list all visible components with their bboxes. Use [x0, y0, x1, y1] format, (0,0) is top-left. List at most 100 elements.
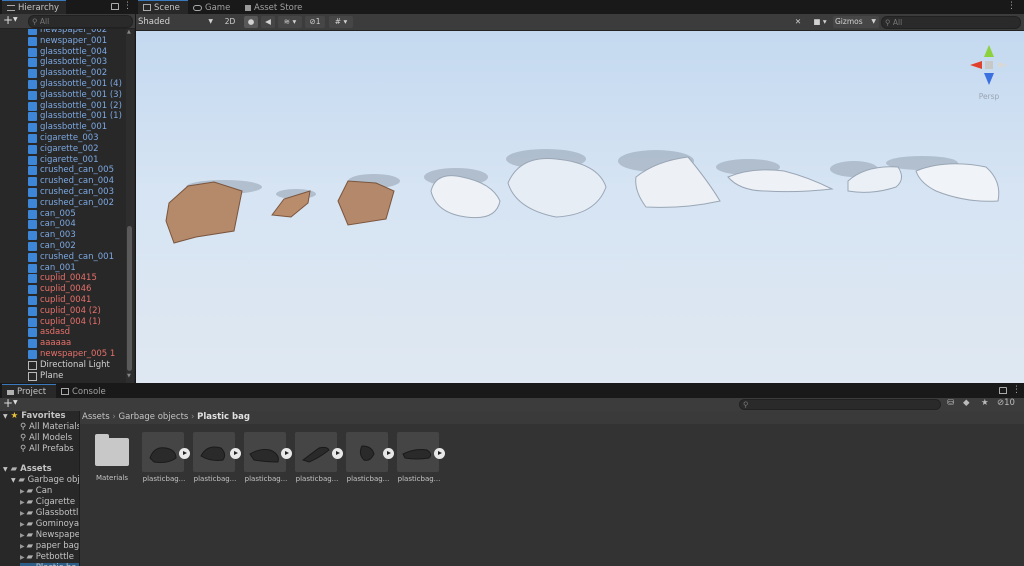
audio-toggle-button[interactable]: ◀ [261, 16, 275, 28]
asset-model-plasticbag[interactable]: plasticbag... [193, 432, 241, 483]
expand-arrow-icon[interactable]: ▼ [3, 466, 8, 473]
gizmos-dropdown[interactable]: Gizmos ▼ [833, 16, 879, 28]
gizmo-center-cube[interactable] [985, 61, 993, 69]
asset-model-plasticbag[interactable]: plasticbag... [142, 432, 190, 483]
hierarchy-item[interactable]: crushed_can_002 [28, 198, 114, 209]
hierarchy-item[interactable]: can_002 [28, 241, 76, 252]
hierarchy-item[interactable]: cigarette_001 [28, 155, 99, 166]
gizmo-x-cone[interactable] [970, 61, 982, 69]
hierarchy-item[interactable]: crushed_can_003 [28, 187, 114, 198]
tree-folder-item[interactable]: ▶ ▰ Gominoya [20, 519, 79, 530]
hierarchy-item[interactable]: Directional Light [28, 360, 110, 371]
more-menu-icon[interactable]: ⋮ [123, 1, 132, 11]
hierarchy-item[interactable]: glassbottle_001 (3) [28, 90, 122, 101]
hierarchy-item[interactable]: glassbottle_004 [28, 47, 107, 58]
hierarchy-item[interactable]: crushed_can_001 [28, 252, 114, 263]
chevron-down-icon[interactable]: ▼ [13, 16, 18, 23]
hierarchy-item[interactable]: cuplid_004 (1) [28, 317, 101, 328]
hierarchy-item[interactable]: glassbottle_001 (2) [28, 101, 122, 112]
expand-arrow-icon[interactable]: ▼ [11, 477, 16, 484]
tree-folder-item[interactable]: ▶ ▰ Can [20, 486, 52, 497]
tab-game[interactable]: Game [188, 0, 238, 15]
breadcrumb-item[interactable]: Plastic bag [197, 412, 250, 422]
gizmo-neg-x-cone[interactable] [998, 62, 1008, 68]
tree-folder-garbage-objects[interactable]: ▼ ▰ Garbage obj [11, 475, 79, 486]
expand-play-icon[interactable] [281, 448, 292, 459]
hierarchy-item[interactable]: cigarette_003 [28, 133, 99, 144]
scroll-down-icon[interactable]: ▼ [127, 373, 131, 379]
effects-dropdown[interactable]: ≋ ▾ [278, 16, 302, 28]
assets-header[interactable]: ▼ ▰ Assets [3, 464, 52, 475]
hierarchy-item[interactable]: glassbottle_001 (1) [28, 111, 122, 122]
scene-viewport[interactable]: Persp [136, 31, 1024, 383]
favorite-item[interactable]: ⚲ All Models [20, 433, 72, 444]
favorites-header[interactable]: ▼ ★ Favorites [3, 411, 66, 422]
asset-folder-materials[interactable]: Materials [90, 432, 134, 482]
asset-model-plasticbag[interactable]: plasticbag... [397, 432, 445, 483]
hierarchy-item[interactable]: crushed_can_004 [28, 176, 114, 187]
scrollbar-thumb[interactable] [127, 226, 132, 371]
expand-play-icon[interactable] [230, 448, 241, 459]
breadcrumb-item[interactable]: Garbage objects [118, 412, 188, 422]
hierarchy-search-input[interactable]: ⚲ All [28, 15, 133, 28]
add-icon[interactable]: + [3, 396, 13, 410]
asset-model-plasticbag[interactable]: plasticbag... [244, 432, 292, 483]
gizmo-y-cone[interactable] [984, 45, 994, 57]
hidden-packages-icon[interactable]: ⊘10 [997, 398, 1015, 408]
hierarchy-item[interactable]: glassbottle_001 (4) [28, 79, 122, 90]
hierarchy-item[interactable]: cuplid_0041 [28, 295, 91, 306]
filter-type-icon[interactable]: ⛁ [947, 398, 954, 408]
scroll-up-icon[interactable]: ▲ [127, 29, 131, 35]
hierarchy-item[interactable]: newspaper_005 1 [28, 349, 115, 360]
asset-model-plasticbag[interactable]: plasticbag... [295, 432, 343, 483]
tools-button[interactable]: ✕ [791, 16, 805, 28]
hierarchy-item[interactable]: glassbottle_003 [28, 57, 107, 68]
favorite-item[interactable]: ⚲ All Prefabs [20, 444, 74, 455]
toggle-2d-button[interactable]: 2D [221, 16, 239, 28]
hierarchy-item[interactable]: can_004 [28, 219, 76, 230]
tree-folder-item[interactable]: ▶ ▰ Glassbottl [20, 508, 78, 519]
tab-asset-store[interactable]: Asset Store [240, 0, 310, 15]
tab-console[interactable]: Console [56, 384, 116, 399]
hierarchy-item[interactable]: cuplid_00415 [28, 273, 97, 284]
favorite-star-icon[interactable]: ★ [981, 398, 989, 408]
hierarchy-item[interactable]: can_005 [28, 209, 76, 220]
tree-folder-item[interactable]: ▶ ▰ Newspape [20, 530, 79, 541]
tree-folder-item[interactable]: ▶ ▰ Cigarette [20, 497, 75, 508]
hierarchy-item[interactable]: glassbottle_002 [28, 68, 107, 79]
breadcrumb-item[interactable]: Assets [82, 412, 110, 422]
hierarchy-item[interactable]: cuplid_004 (2) [28, 306, 101, 317]
chevron-down-icon[interactable]: ▼ [13, 399, 18, 406]
more-menu-icon[interactable]: ⋮ [1007, 1, 1016, 11]
tree-folder-item[interactable]: ▶ ▰ Petbottle [20, 552, 74, 563]
expand-play-icon[interactable] [434, 448, 445, 459]
expand-arrow-icon[interactable]: ▼ [3, 413, 8, 420]
hierarchy-item[interactable]: cigarette_002 [28, 144, 99, 155]
hierarchy-item[interactable]: crushed_can_005 [28, 165, 114, 176]
more-menu-icon[interactable]: ⋮ [1012, 385, 1021, 395]
gizmo-z-cone[interactable] [984, 73, 994, 85]
tree-folder-item[interactable]: ▶ ▰ paper bag [20, 541, 79, 552]
hierarchy-item[interactable]: Plane [28, 371, 63, 382]
project-search-input[interactable]: ⚲ [739, 399, 941, 410]
hierarchy-scrollbar[interactable]: ▲ ▼ [126, 29, 134, 383]
lock-icon[interactable] [111, 3, 119, 10]
grid-snap-dropdown[interactable]: # ▾ [329, 16, 353, 28]
persp-label[interactable]: Persp [964, 92, 1014, 101]
shading-dropdown[interactable]: Shaded ▼ [138, 16, 215, 28]
asset-model-plasticbag[interactable]: plasticbag... [346, 432, 394, 483]
hierarchy-item[interactable]: cuplid_0046 [28, 284, 91, 295]
hierarchy-item[interactable]: asdasd [28, 327, 70, 338]
hierarchy-item[interactable]: can_001 [28, 263, 76, 274]
hierarchy-item[interactable]: aaaaaa [28, 338, 71, 349]
expand-play-icon[interactable] [383, 448, 394, 459]
orientation-gizmo[interactable]: Persp [964, 41, 1014, 101]
hierarchy-item[interactable]: glassbottle_001 [28, 122, 107, 133]
lock-icon[interactable] [999, 387, 1007, 394]
lighting-toggle-button[interactable]: ● [244, 16, 258, 28]
expand-play-icon[interactable] [332, 448, 343, 459]
tab-scene[interactable]: Scene [138, 0, 190, 15]
add-icon[interactable]: + [3, 13, 13, 27]
hierarchy-item[interactable]: can_003 [28, 230, 76, 241]
hidden-objects-toggle[interactable]: ⊘1 [305, 16, 325, 28]
